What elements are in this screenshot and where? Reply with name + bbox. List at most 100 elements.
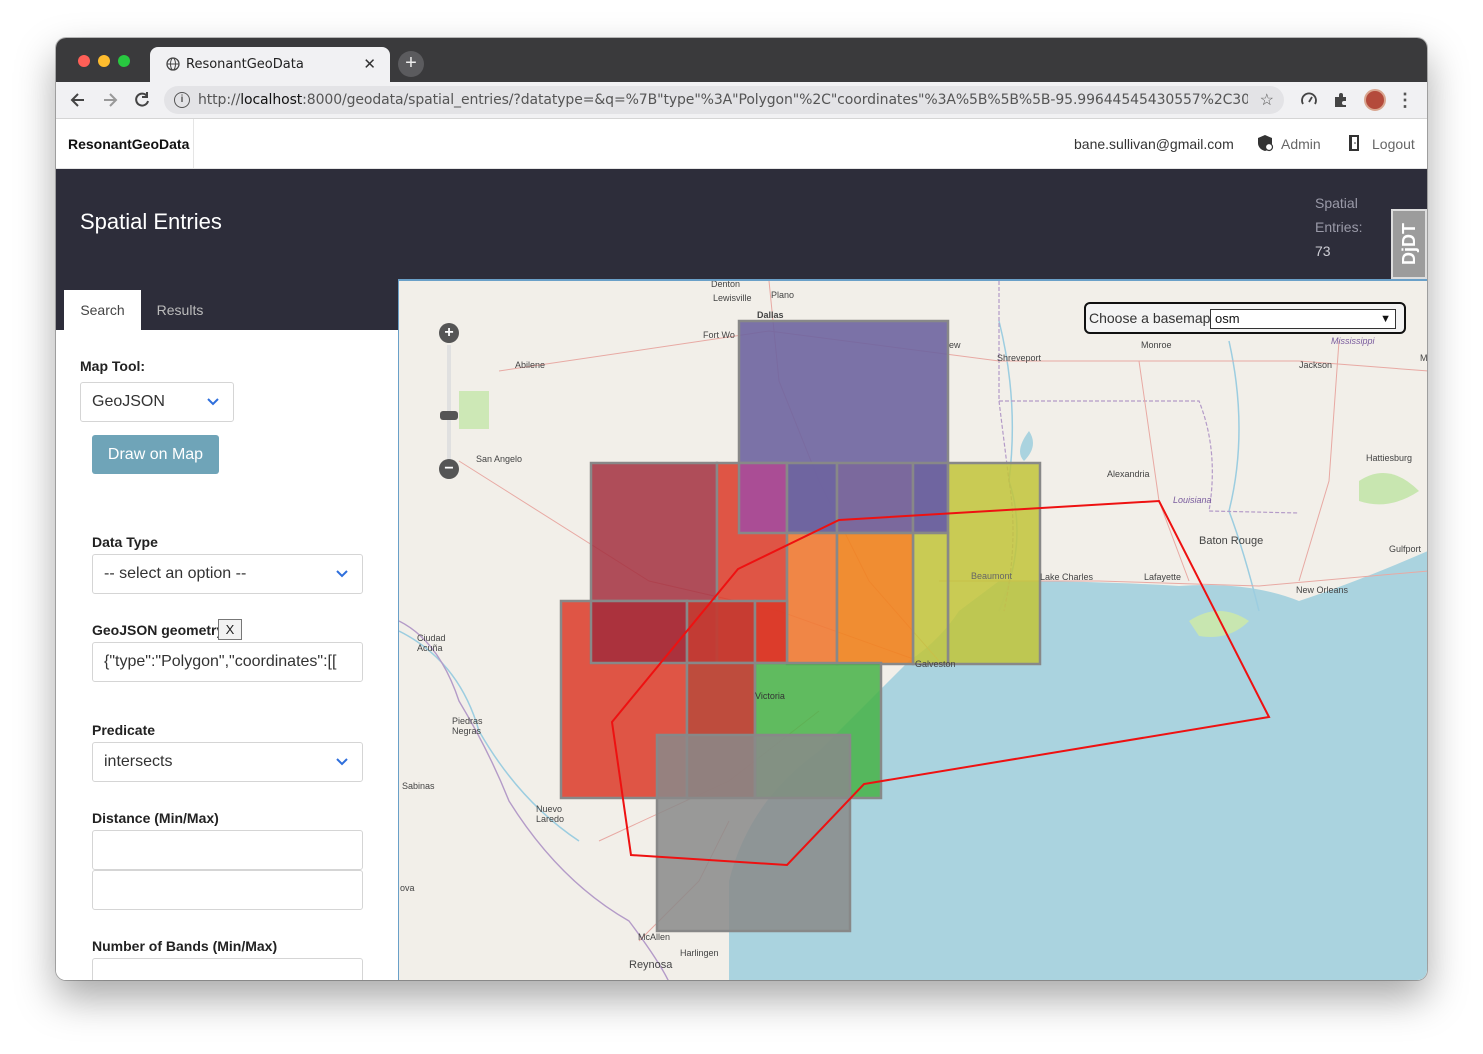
maximize-window-button[interactable] — [118, 55, 130, 67]
footprint — [655, 733, 852, 933]
draw-on-map-button[interactable]: Draw on Map — [92, 435, 219, 474]
data-type-select[interactable]: -- select an option -- — [92, 554, 363, 594]
lake — [1020, 431, 1033, 461]
django-debug-toolbar-handle[interactable]: DjDT — [1391, 209, 1427, 279]
stat-label-line-1: Spatial — [1315, 195, 1358, 211]
page-content: ResonantGeoData bane.sullivan@gmail.com … — [56, 119, 1427, 980]
map-label: Plano — [771, 290, 795, 300]
url-text: http://localhost:8000/geodata/spatial_en… — [198, 92, 1248, 108]
geojson-input[interactable]: {"type":"Polygon","coordinates":[[ — [92, 642, 363, 682]
zoom-control: + − — [439, 323, 459, 479]
state-border — [999, 400, 1300, 514]
park — [459, 391, 489, 429]
zoom-in-button[interactable]: + — [439, 323, 459, 343]
map-label: Nuevo Laredo — [536, 804, 565, 824]
map-label: Ciudad Acuña — [417, 633, 446, 653]
map-canvas[interactable] — [399, 281, 1427, 980]
predicate-select[interactable]: intersects — [92, 742, 363, 782]
app-navbar: ResonantGeoData bane.sullivan@gmail.com … — [56, 119, 1427, 169]
logout-link[interactable]: Logout — [1372, 136, 1415, 152]
close-window-button[interactable] — [78, 55, 90, 67]
browser-toolbar: i http://localhost:8000/geodata/spatial_… — [56, 82, 1427, 119]
bands-label: Number of Bands (Min/Max) — [92, 938, 278, 954]
forest — [1359, 473, 1419, 505]
footprint — [685, 599, 757, 665]
basemap-value: osm — [1215, 311, 1240, 326]
avatar[interactable] — [1364, 89, 1386, 111]
map-label: Abilene — [515, 360, 546, 370]
stat-label-line-2: Entries: — [1315, 219, 1363, 235]
map-label: Louisiana — [1173, 495, 1212, 505]
back-arrow-icon[interactable] — [68, 90, 88, 110]
map-tool-label: Map Tool: — [80, 358, 146, 374]
map-label: San Angelo — [476, 454, 523, 464]
minimize-window-button[interactable] — [98, 55, 110, 67]
map-label: Reynosa — [629, 959, 673, 971]
data-type-label: Data Type — [92, 534, 158, 550]
map-label: Monroe — [1141, 340, 1172, 350]
new-tab-button[interactable]: + — [398, 51, 424, 77]
footprint — [589, 599, 689, 665]
predicate-label: Predicate — [92, 722, 156, 738]
map-label: New Orleans — [1296, 585, 1349, 595]
spatial-entries-stat: Spatial Entries: 73 — [1315, 191, 1362, 263]
sidebar-tabs: Search Results — [56, 281, 398, 330]
map-label: Mc — [1420, 353, 1427, 363]
footprint — [737, 461, 789, 535]
puzzle-icon[interactable] — [1332, 91, 1350, 109]
admin-link[interactable]: Admin — [1281, 136, 1321, 152]
map-label: ew — [949, 340, 961, 350]
chevron-down-icon: ▼ — [1380, 313, 1391, 325]
zoom-track — [447, 345, 451, 465]
user-email: bane.sullivan@gmail.com — [1074, 136, 1234, 152]
star-icon[interactable]: ☆ — [1260, 90, 1274, 110]
map-label: McAllen — [638, 932, 671, 942]
info-icon[interactable]: i — [174, 92, 190, 108]
distance-label: Distance (Min/Max) — [92, 810, 219, 826]
tab-title: ResonantGeoData — [186, 57, 304, 72]
search-sidebar: Search Results Map Tool: GeoJSON Draw on… — [56, 281, 398, 980]
browser-tab[interactable]: ResonantGeoData ✕ — [150, 47, 390, 82]
map-label: Mississippi — [1331, 336, 1375, 346]
map-view[interactable]: Denton Lewisville Plano Dallas Fort Wo A… — [398, 279, 1427, 980]
map-label: Dallas — [757, 310, 784, 320]
zoom-slider-handle[interactable] — [440, 411, 458, 420]
map-label: Jackson — [1299, 360, 1333, 370]
speed-icon[interactable] — [1300, 91, 1318, 109]
footprint — [785, 461, 839, 535]
river — [1228, 340, 1260, 612]
reload-icon[interactable] — [132, 90, 152, 110]
footprint — [911, 461, 950, 535]
map-label: Alexandria — [1107, 469, 1150, 479]
admin-shield-icon[interactable] — [1256, 134, 1274, 152]
chevron-down-icon — [207, 398, 219, 406]
forward-arrow-icon[interactable] — [100, 90, 120, 110]
tab-search[interactable]: Search — [64, 290, 141, 330]
more-menu-icon[interactable]: ⋮ — [1396, 91, 1414, 109]
map-tool-value: GeoJSON — [92, 393, 165, 410]
basemap-select[interactable]: osm ▼ — [1210, 309, 1396, 329]
basemap-label: Choose a basemap: — [1089, 310, 1215, 326]
clear-geojson-button[interactable]: X — [218, 619, 242, 640]
footprint — [835, 531, 915, 666]
map-label: Beaumont — [971, 571, 1013, 581]
map-label: Lewisville — [713, 293, 752, 303]
map-label: ova — [400, 883, 415, 893]
map-tool-select[interactable]: GeoJSON — [80, 382, 234, 422]
distance-min-input[interactable] — [92, 830, 363, 870]
address-bar[interactable]: i http://localhost:8000/geodata/spatial_… — [164, 86, 1284, 114]
stat-value: 73 — [1315, 243, 1331, 259]
zoom-out-button[interactable]: − — [439, 459, 459, 479]
map-label: Harlingen — [680, 948, 719, 958]
globe-icon — [166, 57, 180, 71]
distance-max-input[interactable] — [92, 870, 363, 910]
tab-close-icon[interactable]: ✕ — [363, 55, 376, 73]
map-label: Denton — [711, 279, 741, 289]
brand-link[interactable]: ResonantGeoData — [56, 119, 194, 169]
bands-min-input[interactable] — [92, 958, 363, 980]
tab-results[interactable]: Results — [148, 290, 212, 330]
logout-door-icon[interactable] — [1346, 134, 1364, 152]
footprint — [911, 531, 950, 666]
map-label: Lake Charles — [1040, 572, 1094, 582]
map-label: Galveston — [915, 659, 956, 669]
